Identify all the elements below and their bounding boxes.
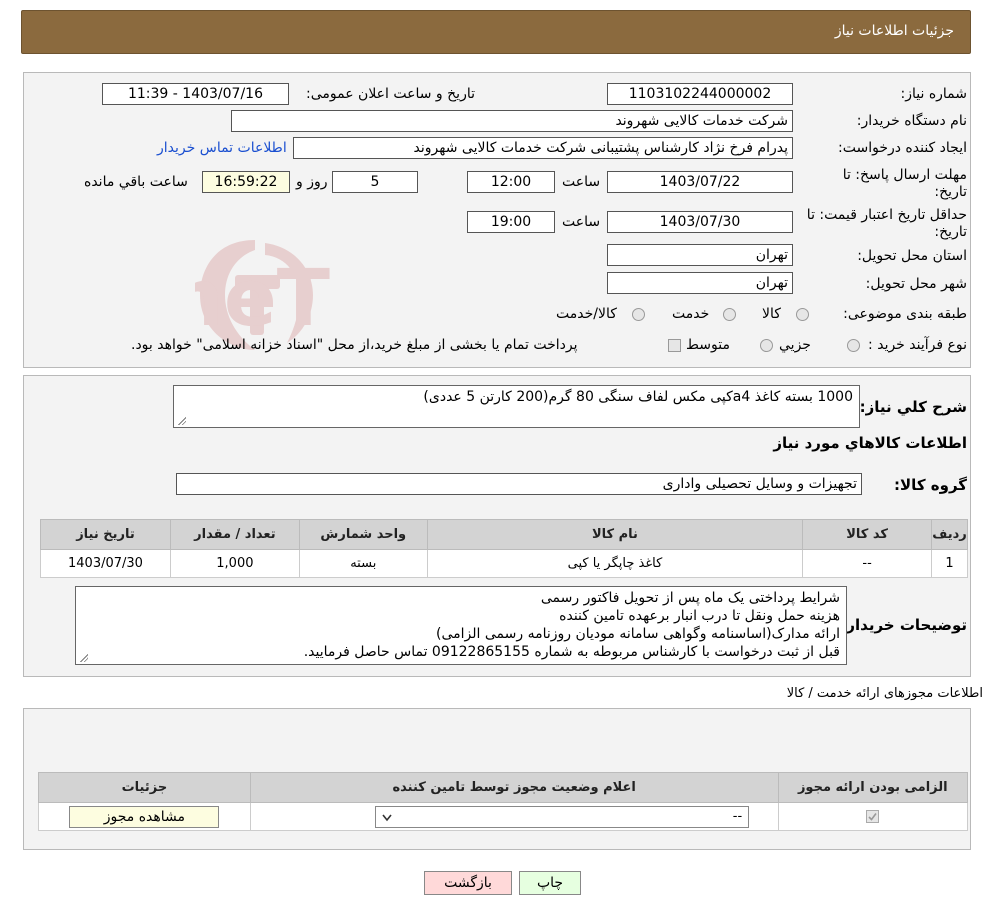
validity-date-field: 1403/07/30 (607, 211, 793, 233)
note-line: هزینه حمل ونقل تا درب انبار برعهده تامین… (559, 608, 840, 624)
process-medium-label: متوسط (686, 337, 730, 353)
note-line: شرایط پرداختی یک ماه پس از تحویل فاکتور … (540, 590, 840, 606)
col-index: ردیف (931, 519, 968, 550)
remaining-word: ساعت باقي مانده (84, 174, 188, 190)
creator-label: ایجاد کننده درخواست: (838, 140, 967, 156)
col-unit: واحد شمارش (298, 519, 428, 550)
page-header: جزئیات اطلاعات نیاز (21, 10, 971, 54)
permit-required-checkbox (866, 810, 880, 823)
view-permit-button[interactable]: مشاهده مجوز (69, 805, 220, 828)
cell-code: -- (802, 549, 933, 578)
category-mixed-radio[interactable] (632, 308, 645, 321)
goods-table-header: ردیف کد کالا نام کالا واحد شمارش تعداد /… (40, 519, 968, 550)
cell-permit-required (777, 802, 969, 831)
category-goods-radio[interactable] (796, 308, 809, 321)
description-text: 1000 بسته کاغذ a4کپی مکس لفاف سنگی 80 گر… (423, 389, 853, 405)
chevron-down-icon (382, 814, 392, 821)
remaining-days-field: 5 (332, 171, 418, 193)
permits-table-header: الزامی بودن ارائه مجوز اعلام وضعیت مجوز … (38, 772, 969, 803)
process-medium-radio[interactable] (760, 339, 773, 352)
goods-group-field: تجهیزات و وسایل تحصیلی واداری (176, 473, 862, 495)
print-button[interactable]: چاپ (519, 871, 581, 895)
table-row: 1 -- کاغذ چاپگر یا کپی بسته 1,000 1403/0… (40, 549, 968, 578)
announce-date-field: 1403/07/16 - 11:39 (102, 83, 289, 105)
category-service-radio[interactable] (723, 308, 736, 321)
col-date: تاریخ نیاز (40, 519, 171, 550)
goods-section-title: اطلاعات كالاهاي مورد نياز (773, 434, 967, 452)
deadline-label: مهلت ارسال پاسخ: تا (842, 167, 967, 183)
category-label: طبقه بندی موضوعی: (843, 306, 967, 322)
description-label: شرح كلي نياز: (859, 398, 967, 416)
permits-section-title: اطلاعات مجوزهای ارائه خدمت / کالا (786, 686, 983, 701)
validity-label: حداقل تاریخ اعتبار قیمت: تا (806, 207, 967, 223)
col-permit-required: الزامی بودن ارائه مجوز (777, 772, 969, 803)
creator-field: پدرام فرخ نژاد کارشناس پشتیبانی شرکت خدم… (293, 137, 793, 159)
deadline-time-field: 12:00 (467, 171, 555, 193)
goods-table: ردیف کد کالا نام کالا واحد شمارش تعداد /… (40, 519, 968, 578)
cell-permit-details: مشاهده مجوز (38, 802, 251, 831)
buyer-notes-textarea[interactable]: شرایط پرداختی یک ماه پس از تحویل فاکتور … (75, 586, 847, 665)
city-field: تهران (607, 272, 793, 294)
buyer-contact-link[interactable]: اطلاعات تماس خریدار (157, 140, 287, 156)
col-permit-status: اعلام وضعیت مجوز توسط تامین کننده (249, 772, 779, 803)
process-label: نوع فرآیند خرید : (868, 337, 967, 353)
need-number-label: شماره نیاز: (900, 86, 968, 102)
deadline-date-field: 1403/07/22 (607, 171, 793, 193)
process-minor-label: جزيي (779, 337, 811, 353)
treasury-note: پرداخت تمام یا بخشی از مبلغ خرید،از محل … (131, 337, 578, 353)
col-code: کد کالا (802, 519, 933, 550)
cell-unit: بسته (298, 549, 428, 578)
announce-date-label: تاریخ و ساعت اعلان عمومی: (306, 86, 475, 102)
page-title: جزئیات اطلاعات نیاز (834, 23, 954, 39)
cell-permit-status: -- (249, 802, 779, 831)
category-mixed-label: کالا/خدمت (556, 306, 617, 322)
description-textarea[interactable]: 1000 بسته کاغذ a4کپی مکس لفاف سنگی 80 گر… (173, 385, 860, 428)
validity-label-2: تاریخ: (934, 224, 967, 240)
deadline-label-2: تاریخ: (934, 184, 967, 200)
col-name: نام کالا (426, 519, 804, 550)
goods-group-label: گروه كالا: (894, 476, 967, 494)
resize-grip-icon[interactable] (79, 653, 88, 662)
province-field: تهران (607, 244, 793, 266)
note-line: قبل از ثبت درخواست با کارشناس مربوطه به … (303, 644, 840, 660)
days-word: روز و (296, 174, 328, 190)
table-row: -- مشاهده مجوز (38, 802, 969, 831)
back-button[interactable]: بازگشت (424, 871, 512, 895)
city-label: شهر محل تحویل: (865, 276, 967, 292)
resize-grip-icon[interactable] (177, 416, 186, 425)
col-qty: تعداد / مقدار (169, 519, 300, 550)
buyer-name-label: نام دستگاه خریدار: (856, 113, 967, 129)
cell-index: 1 (931, 549, 968, 578)
buyer-notes-label: توضیحات خریدار: (840, 616, 967, 634)
province-label: استان محل تحویل: (857, 248, 967, 264)
validity-time-word: ساعت (562, 214, 601, 230)
category-goods-label: کالا (762, 306, 781, 322)
treasury-checkbox[interactable] (668, 339, 681, 352)
validity-time-field: 19:00 (467, 211, 555, 233)
remaining-time-field: 16:59:22 (202, 171, 290, 193)
permit-status-select[interactable]: -- (375, 805, 750, 828)
need-number-field: 1103102244000002 (607, 83, 793, 105)
category-service-label: خدمت (672, 306, 710, 322)
cell-qty: 1,000 (169, 549, 300, 578)
deadline-time-word: ساعت (562, 174, 601, 190)
process-minor-radio[interactable] (847, 339, 860, 352)
cell-date: 1403/07/30 (40, 549, 171, 578)
note-line: ارائه مدارک(اساسنامه وگواهی سامانه مودیا… (436, 626, 840, 642)
cell-name: کاغذ چاپگر یا کپی (426, 549, 804, 578)
col-permit-details: جزئیات (38, 772, 251, 803)
permit-status-value: -- (732, 808, 743, 824)
permits-table: الزامی بودن ارائه مجوز اعلام وضعیت مجوز … (38, 772, 969, 831)
check-icon (868, 813, 877, 821)
buyer-name-field: شرکت خدمات کالایی شهروند (231, 110, 793, 132)
